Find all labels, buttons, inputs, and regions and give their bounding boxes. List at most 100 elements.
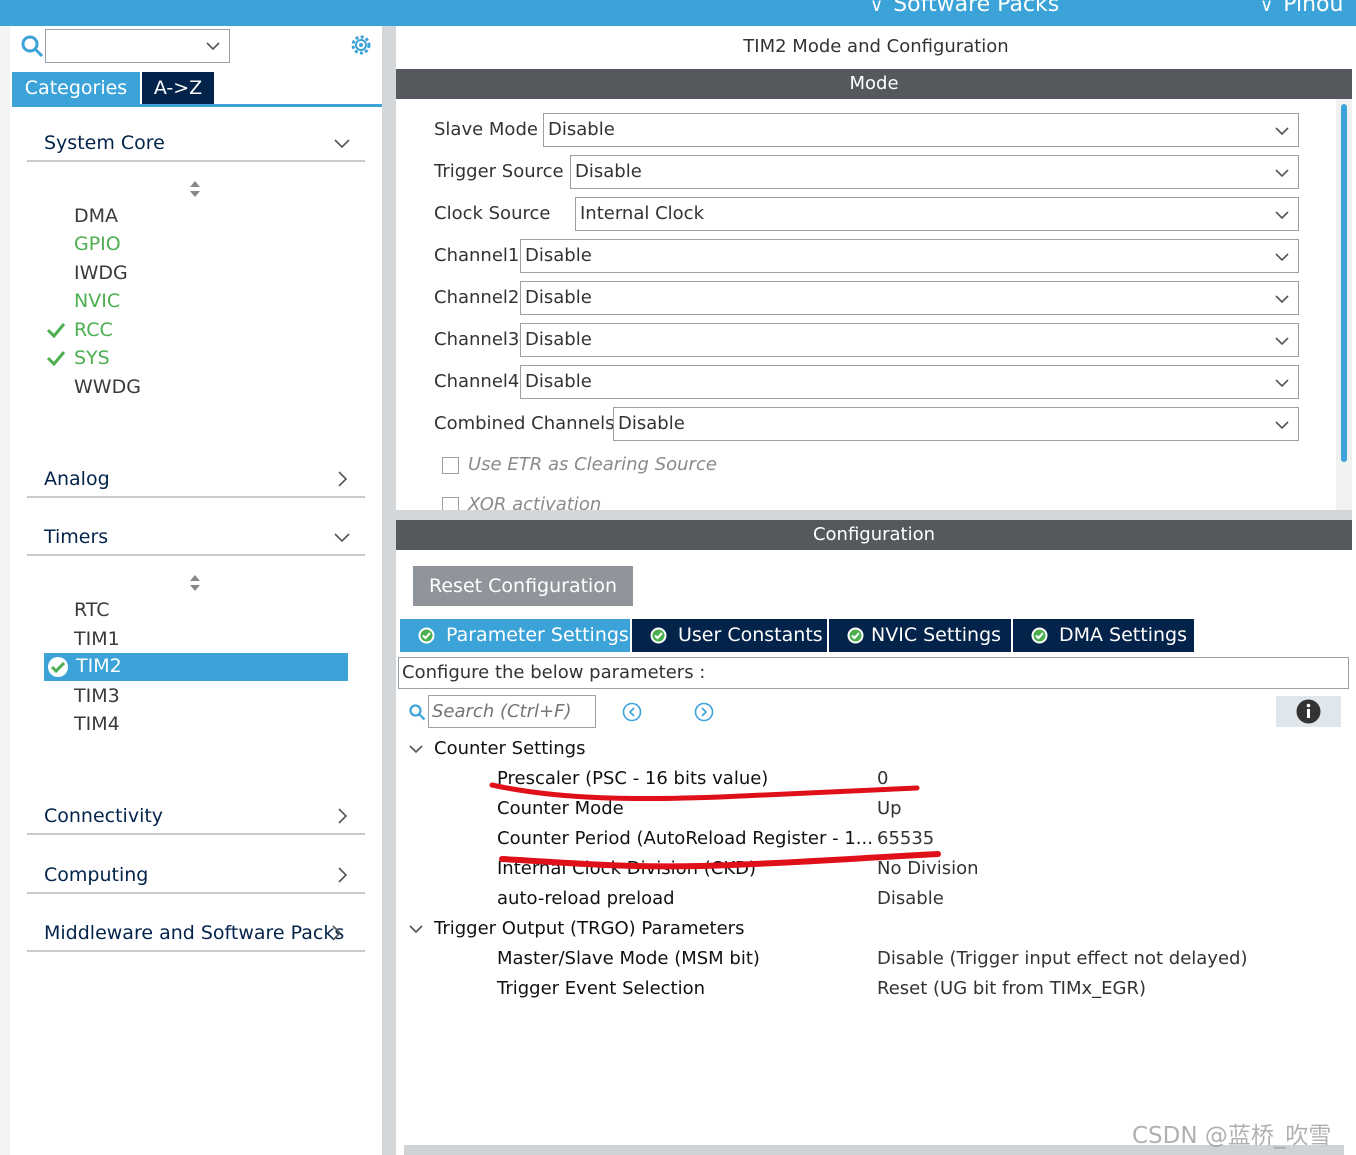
gear-icon[interactable] [348,32,374,58]
param-msm-name[interactable]: Master/Slave Mode (MSM bit) [497,948,760,969]
param-clock-division-name[interactable]: Internal Clock Division (CKD) [497,858,756,879]
chevron-right-icon [338,867,348,883]
slave-mode-value: Disable [548,119,615,140]
item-tim2-selected[interactable]: TIM2 [44,653,348,681]
item-tim3[interactable]: TIM3 [74,685,120,707]
parameter-search-input[interactable] [428,695,596,728]
info-button[interactable] [1276,696,1341,727]
chevron-down-icon[interactable] [408,921,424,937]
channel3-select[interactable]: Disable [520,323,1299,357]
category-system-core[interactable]: System Core [27,126,365,162]
search-icon [409,704,426,721]
etr-clearing-label: Use ETR as Clearing Source [468,454,717,475]
page-title: TIM2 Mode and Configuration [743,36,1009,57]
param-msm-value[interactable]: Disable (Trigger input effect not delaye… [877,948,1247,969]
configure-description-text: Configure the below parameters : [402,662,706,683]
chevron-right-icon [338,471,348,487]
item-gpio[interactable]: GPIO [74,233,121,255]
channel3-label: Channel3 [434,329,520,350]
sort-icon[interactable] [188,574,202,592]
item-dma[interactable]: DMA [74,205,118,227]
tab-parameter-settings-label: Parameter Settings [446,624,629,646]
chevron-down-icon [1275,127,1289,136]
slave-mode-label: Slave Mode [434,119,538,140]
section-splitter[interactable] [396,510,1352,520]
search-icon[interactable] [20,34,44,58]
chevron-down-icon[interactable] [408,741,424,757]
item-rcc[interactable]: RCC [74,319,113,341]
tab-categories[interactable]: Categories [12,72,140,104]
group-trigger-output[interactable]: Trigger Output (TRGO) Parameters [434,918,744,939]
item-tim2-label: TIM2 [76,655,122,677]
chevron-down-icon [1275,379,1289,388]
group-counter-settings[interactable]: Counter Settings [434,738,585,759]
search-previous-icon[interactable] [622,702,642,722]
trigger-source-label: Trigger Source [434,161,564,182]
category-middleware[interactable]: Middleware and Software Packs [27,916,365,952]
category-connectivity-label: Connectivity [44,805,164,827]
channel2-value: Disable [525,287,592,308]
channel1-select[interactable]: Disable [520,239,1299,273]
mode-scrollbar-thumb[interactable] [1341,104,1347,462]
xor-activation-checkbox[interactable] [442,497,459,510]
reset-configuration-button[interactable]: Reset Configuration [413,566,633,606]
param-counter-mode-name[interactable]: Counter Mode [497,798,624,819]
param-auto-reload-value[interactable]: Disable [877,888,944,909]
param-auto-reload-name[interactable]: auto-reload preload [497,888,675,909]
tab-dma-settings-label: DMA Settings [1059,624,1187,646]
category-middleware-label: Middleware and Software Packs [44,922,345,944]
chevron-down-icon [1275,211,1289,220]
menu-software-packs-label: Software Packs [893,0,1060,17]
item-wwdg[interactable]: WWDG [74,376,141,398]
menu-pinout[interactable]: ∨ Pinou [1260,0,1343,17]
tab-dma-settings[interactable]: DMA Settings [1013,619,1194,652]
category-timers[interactable]: Timers [27,520,365,556]
clock-source-select[interactable]: Internal Clock [575,197,1299,231]
category-timers-label: Timers [44,526,109,548]
param-prescaler-name[interactable]: Prescaler (PSC - 16 bits value) [497,768,768,789]
search-next-icon[interactable] [694,702,714,722]
tab-user-constants[interactable]: User Constants [632,619,827,652]
combined-channels-select[interactable]: Disable [613,407,1299,441]
check-circle-icon [650,627,667,644]
item-rtc[interactable]: RTC [74,599,110,621]
param-trigger-event-name[interactable]: Trigger Event Selection [497,978,705,999]
item-sys[interactable]: SYS [74,347,110,369]
etr-clearing-checkbox[interactable] [442,457,459,474]
trigger-source-select[interactable]: Disable [570,155,1299,189]
checkmark-icon [46,351,66,367]
param-clock-division-value[interactable]: No Division [877,858,979,879]
channel2-select[interactable]: Disable [520,281,1299,315]
channel4-select[interactable]: Disable [520,365,1299,399]
chevron-down-icon [334,533,350,543]
item-nvic[interactable]: NVIC [74,290,120,312]
tab-a-to-z[interactable]: A->Z [142,72,214,104]
category-search-combo[interactable] [45,29,230,63]
tab-parameter-settings[interactable]: Parameter Settings [400,619,630,652]
panel-divider[interactable] [382,26,396,1155]
param-prescaler-value[interactable]: 0 [877,768,888,789]
slave-mode-select[interactable]: Disable [543,113,1299,147]
tab-underline [12,104,382,107]
item-tim4[interactable]: TIM4 [74,713,120,735]
item-tim1[interactable]: TIM1 [74,628,120,650]
sort-icon[interactable] [188,180,202,198]
param-counter-mode-value[interactable]: Up [877,798,902,819]
chevron-down-icon[interactable] [205,38,221,54]
menu-software-packs[interactable]: ∨ Software Packs [870,0,1059,17]
category-connectivity[interactable]: Connectivity [27,799,365,835]
category-analog[interactable]: Analog [27,462,365,498]
chevron-down-icon: ∨ [870,0,884,16]
configure-description: Configure the below parameters : [398,657,1349,689]
checkmark-icon [46,323,66,339]
tab-nvic-settings[interactable]: NVIC Settings [829,619,1011,652]
check-circle-icon [418,627,435,644]
param-counter-period-name[interactable]: Counter Period (AutoReload Register - 1.… [497,828,873,849]
channel1-label: Channel1 [434,245,520,266]
param-counter-period-value[interactable]: 65535 [877,828,934,849]
param-trigger-event-value[interactable]: Reset (UG bit from TIMx_EGR) [877,978,1146,999]
item-iwdg[interactable]: IWDG [74,262,128,284]
check-circle-icon [1031,627,1048,644]
channel4-label: Channel4 [434,371,520,392]
category-computing[interactable]: Computing [27,858,365,894]
